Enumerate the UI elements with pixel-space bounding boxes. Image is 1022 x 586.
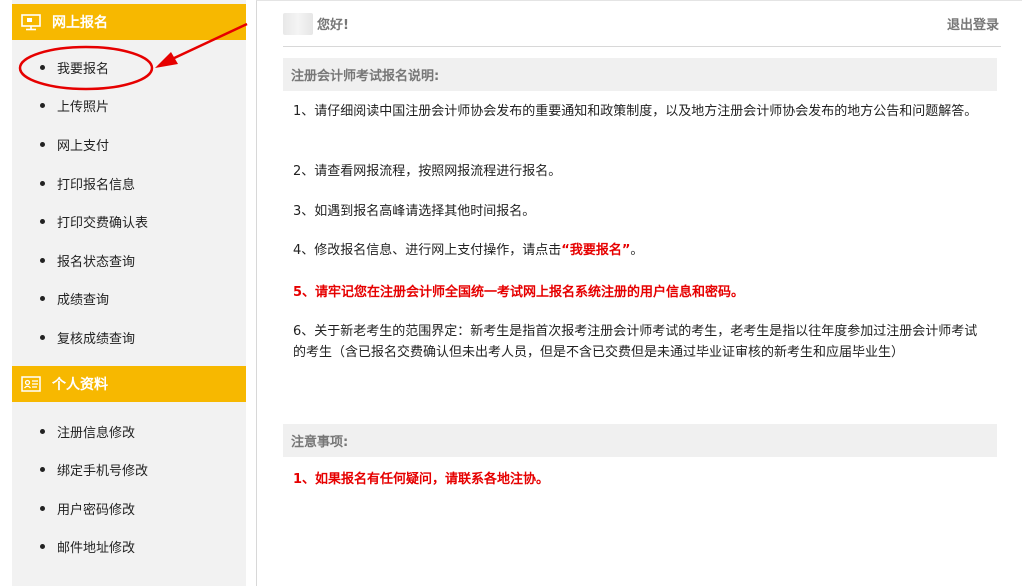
sidebar-item-label: 用户密码修改: [57, 502, 136, 518]
greeting-text: 您好!: [317, 18, 349, 33]
monitor-icon: [20, 13, 42, 31]
sidebar-item-edit-registration[interactable]: 注册信息修改: [12, 412, 246, 451]
note-1: 1、如果报名有任何疑问，请联系各地注协。: [293, 472, 550, 487]
sidebar-item-register[interactable]: 我要报名: [12, 48, 246, 87]
sidebar-item-label: 邮件地址修改: [57, 541, 136, 557]
section-title: 个人资料: [52, 376, 108, 393]
sidebar-item-label: 上传照片: [57, 100, 110, 116]
bullet-icon: [40, 64, 45, 70]
sidebar-item-print-payment-confirmation[interactable]: 打印交费确认表: [12, 202, 246, 241]
nav-list-registration: 我要报名 上传照片 网上支付 打印报名信息 打印交费确认表 报名状态查询 成绩查…: [12, 40, 246, 357]
instructions-heading: 注册会计师考试报名说明:: [283, 58, 997, 91]
sidebar-item-label: 我要报名: [57, 61, 110, 77]
greeting: 您好!: [283, 12, 349, 35]
bullet-icon: [40, 180, 45, 186]
sidebar-item-label: 复核成绩查询: [57, 331, 136, 347]
notes-heading: 注意事项:: [283, 424, 997, 457]
id-card-icon: [20, 375, 42, 393]
sidebar-item-edit-password[interactable]: 用户密码修改: [12, 489, 246, 528]
bullet-icon: [40, 505, 45, 511]
section-title: 网上报名: [52, 15, 108, 31]
main-content: 您好! 退出登录 注册会计师考试报名说明: 1、请仔细阅读中国注册会计师协会发布…: [256, 0, 1022, 586]
sidebar-item-registration-status[interactable]: 报名状态查询: [12, 241, 246, 280]
page: 网上报名 我要报名 上传照片 网上支付 打印报名信息 打印交费确认表 报名状态查…: [0, 0, 1022, 586]
sidebar-item-label: 网上支付: [57, 138, 110, 154]
bullet-icon: [40, 544, 45, 550]
instruction-1: 1、请仔细阅读中国注册会计师协会发布的重要通知和政策制度，以及地方注册会计师协会…: [293, 104, 978, 119]
sidebar-item-label: 成绩查询: [57, 293, 110, 309]
sidebar-item-score-query[interactable]: 成绩查询: [12, 280, 246, 319]
instruction-4-suffix: 。: [630, 243, 644, 258]
bullet-icon: [40, 334, 45, 340]
instruction-4: 4、修改报名信息、进行网上支付操作，请点击“我要报名”。: [293, 240, 983, 261]
sidebar-item-edit-email[interactable]: 邮件地址修改: [12, 528, 246, 567]
bullet-icon: [40, 296, 45, 302]
sidebar-item-label: 打印报名信息: [57, 177, 136, 193]
sidebar-item-score-review[interactable]: 复核成绩查询: [12, 318, 246, 357]
instruction-4-text: 4、修改报名信息、进行网上支付操作，请点击: [293, 243, 562, 258]
bullet-icon: [40, 103, 45, 109]
instruction-5-text: 请牢记您在注册会计师全国统一考试网上报名系统注册的用户信息和密码。: [315, 285, 745, 300]
bullet-icon: [40, 257, 45, 263]
bullet-icon: [40, 219, 45, 225]
nav-list-profile: 注册信息修改 绑定手机号修改 用户密码修改 邮件地址修改: [12, 402, 246, 566]
sidebar-item-edit-phone[interactable]: 绑定手机号修改: [12, 450, 246, 489]
sidebar-section-online-registration: 网上报名: [12, 4, 246, 40]
sidebar-item-print-registration[interactable]: 打印报名信息: [12, 164, 246, 203]
top-bar: 您好! 退出登录: [283, 1, 1001, 47]
bullet-icon: [40, 428, 45, 434]
sidebar-item-label: 绑定手机号修改: [57, 464, 149, 480]
sidebar-item-label: 报名状态查询: [57, 254, 136, 270]
sidebar-item-label: 注册信息修改: [57, 425, 136, 441]
logout-link[interactable]: 退出登录: [947, 14, 999, 33]
blurred-username: [283, 12, 313, 35]
instruction-5-number: 5、: [293, 285, 316, 300]
sidebar-section-profile: 个人资料: [12, 365, 246, 402]
instruction-3: 3、如遇到报名高峰请选择其他时间报名。: [293, 204, 536, 219]
sidebar-item-upload-photo[interactable]: 上传照片: [12, 87, 246, 126]
sidebar-item-label: 打印交费确认表: [57, 216, 149, 232]
instruction-5: 5、请牢记您在注册会计师全国统一考试网上报名系统注册的用户信息和密码。: [293, 282, 983, 303]
instruction-6: 6、关于新老考生的范围界定：新考生是指首次报考注册会计师考试的考生，老考生是指以…: [293, 324, 978, 360]
sidebar-item-online-payment[interactable]: 网上支付: [12, 125, 246, 164]
instruction-2: 2、请查看网报流程，按照网报流程进行报名。: [293, 164, 562, 179]
bullet-icon: [40, 141, 45, 147]
register-link-text[interactable]: “我要报名”: [561, 243, 630, 258]
sidebar: 网上报名 我要报名 上传照片 网上支付 打印报名信息 打印交费确认表 报名状态查…: [12, 0, 246, 586]
bullet-icon: [40, 467, 45, 473]
